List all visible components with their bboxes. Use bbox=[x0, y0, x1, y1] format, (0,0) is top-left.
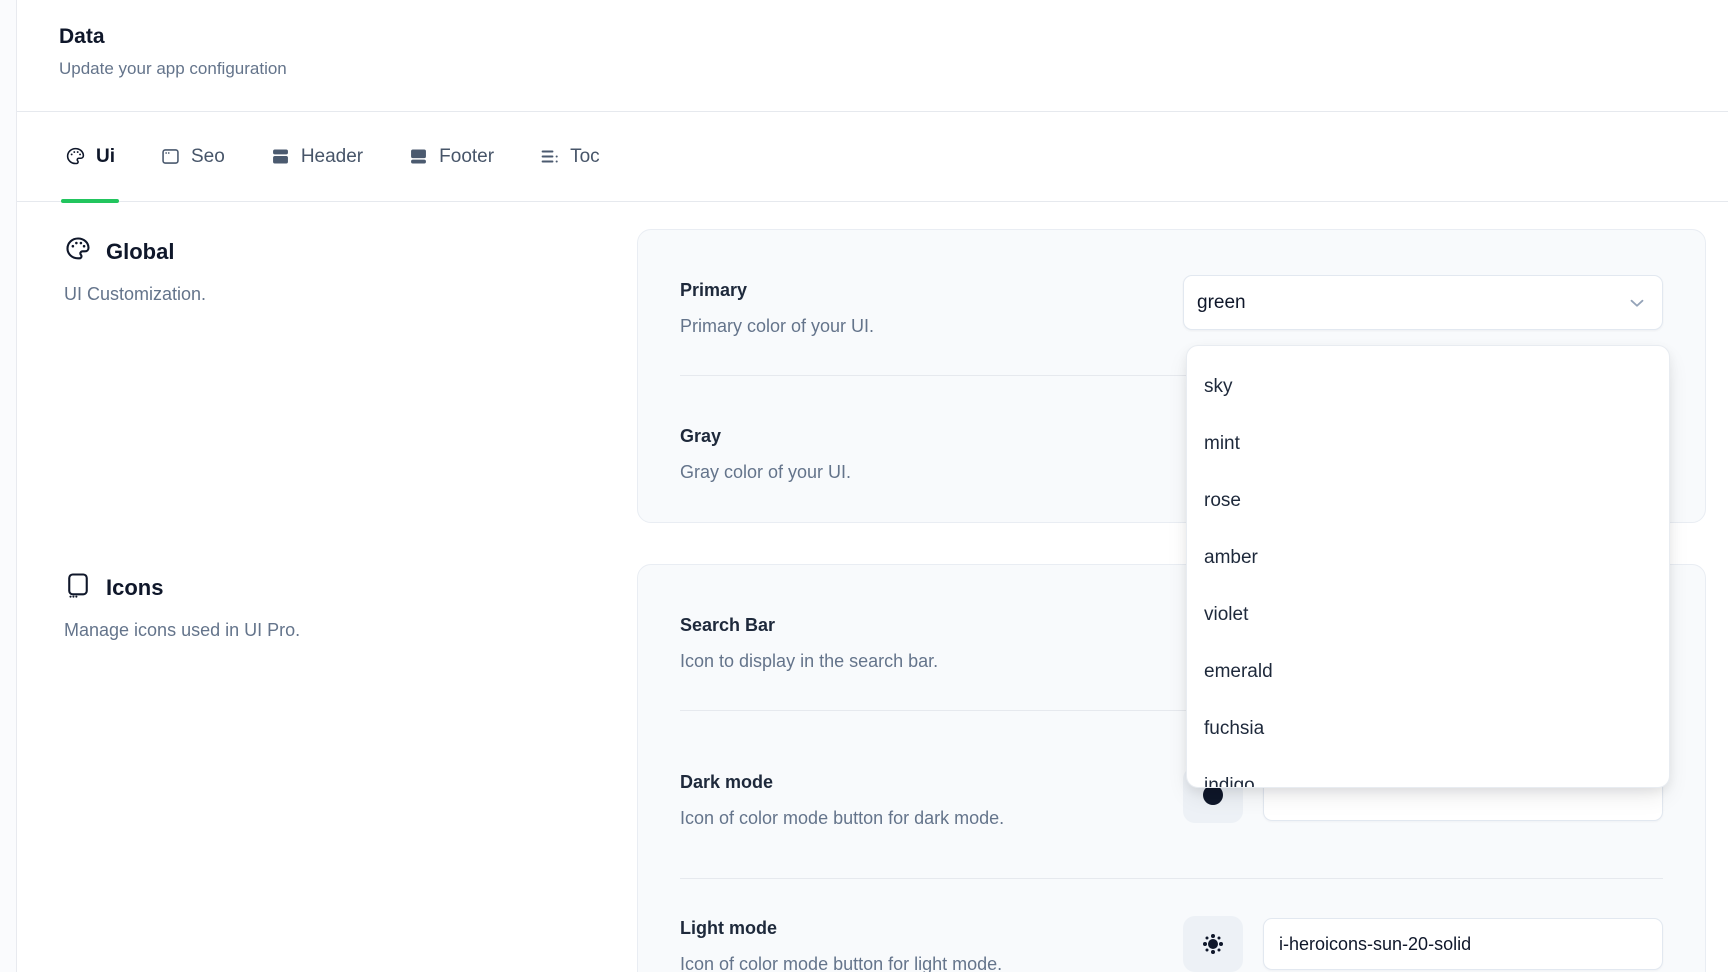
tab-footer[interactable]: Footer bbox=[408, 112, 494, 201]
tab-footer-label: Footer bbox=[439, 146, 494, 168]
section-icons-title: Icons bbox=[106, 575, 163, 601]
section-global-title: Global bbox=[106, 239, 174, 265]
light-mode-icon-preview bbox=[1183, 916, 1243, 972]
light-mode-description: Icon of color mode button for light mode… bbox=[680, 946, 1002, 972]
header-layout-icon bbox=[270, 146, 291, 167]
palette-icon bbox=[64, 235, 92, 268]
tab-ui[interactable]: Ui bbox=[65, 112, 115, 201]
primary-color-value: green bbox=[1197, 292, 1246, 314]
section-icons-info: Icons Manage icons used in UI Pro. bbox=[64, 571, 564, 641]
option-violet[interactable]: violet bbox=[1191, 586, 1665, 643]
tab-bar: Ui Seo Header Footer bbox=[17, 112, 1728, 202]
page-title: Data bbox=[59, 24, 1728, 50]
option-sky[interactable]: sky bbox=[1191, 358, 1665, 415]
footer-layout-icon bbox=[408, 146, 429, 167]
app-config-page: Data Update your app configuration Ui Se… bbox=[0, 0, 1728, 972]
primary-description: Primary color of your UI. bbox=[680, 308, 874, 344]
tab-toc[interactable]: Toc bbox=[539, 112, 600, 201]
palette-icon bbox=[65, 146, 86, 167]
search-bar-label: Search Bar bbox=[680, 607, 938, 643]
option-amber[interactable]: amber bbox=[1191, 529, 1665, 586]
page-header: Data Update your app configuration bbox=[17, 0, 1728, 112]
option-rose[interactable]: rose bbox=[1191, 472, 1665, 529]
primary-color-options: sky mint rose amber violet emerald fuchs… bbox=[1187, 346, 1669, 788]
option-fuchsia[interactable]: fuchsia bbox=[1191, 700, 1665, 757]
option-indigo[interactable]: indigo bbox=[1191, 757, 1665, 788]
primary-label: Primary bbox=[680, 272, 874, 308]
primary-color-select[interactable]: green bbox=[1183, 275, 1663, 330]
light-mode-icon-control bbox=[1183, 916, 1663, 972]
tab-header-label: Header bbox=[301, 146, 363, 168]
search-bar-description: Icon to display in the search bar. bbox=[680, 643, 938, 679]
tab-toc-label: Toc bbox=[570, 146, 600, 168]
section-global-info: Global UI Customization. bbox=[64, 235, 564, 305]
tab-seo-label: Seo bbox=[191, 146, 225, 168]
frame-dots-icon bbox=[64, 571, 92, 604]
light-mode-icon-row: Light mode Icon of color mode button for… bbox=[638, 879, 1705, 972]
primary-color-dropdown: sky mint rose amber violet emerald fuchs… bbox=[1186, 345, 1670, 788]
gray-label: Gray bbox=[680, 418, 851, 454]
tab-header[interactable]: Header bbox=[270, 112, 363, 201]
dark-mode-description: Icon of color mode button for dark mode. bbox=[680, 800, 1004, 836]
tab-seo[interactable]: Seo bbox=[160, 112, 225, 201]
list-icon bbox=[539, 146, 560, 167]
option-emerald[interactable]: emerald bbox=[1191, 643, 1665, 700]
sun-icon bbox=[1208, 939, 1218, 949]
window-icon bbox=[160, 146, 181, 167]
gray-description: Gray color of your UI. bbox=[680, 454, 851, 490]
sidebar-edge bbox=[0, 0, 17, 972]
page-subtitle: Update your app configuration bbox=[59, 58, 1728, 80]
light-mode-label: Light mode bbox=[680, 910, 1002, 946]
section-global-description: UI Customization. bbox=[64, 284, 564, 305]
option-mint[interactable]: mint bbox=[1191, 415, 1665, 472]
tab-ui-label: Ui bbox=[96, 146, 115, 168]
light-mode-icon-input[interactable] bbox=[1263, 918, 1663, 970]
dark-mode-label: Dark mode bbox=[680, 764, 1004, 800]
chevron-down-icon bbox=[1626, 292, 1648, 314]
section-icons-description: Manage icons used in UI Pro. bbox=[64, 620, 564, 641]
